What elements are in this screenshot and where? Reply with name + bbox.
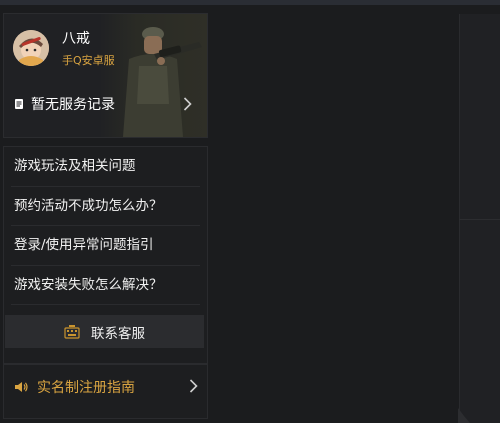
divider: [459, 219, 500, 220]
avatar-image: [13, 30, 49, 66]
faq-item[interactable]: 登录/使用异常问题指引: [11, 226, 200, 266]
speaker-icon: [15, 382, 28, 392]
realname-guide-label: 实名制注册指南: [37, 380, 135, 396]
service-record-text: 暂无服务记录: [31, 97, 115, 113]
chevron-right-icon: [183, 97, 192, 111]
contact-support-label: 联系客服: [91, 325, 145, 342]
faq-panel: 游戏玩法及相关问题 预约活动不成功怎么办？ 登录/使用异常问题指引 游戏安装失败…: [3, 146, 208, 364]
contact-support-button[interactable]: 联系客服: [5, 315, 204, 348]
username: 八戒: [62, 31, 90, 47]
top-border: [0, 0, 500, 5]
game-character-artwork: [99, 14, 207, 137]
faq-item[interactable]: 游戏安装失败怎么解决？: [11, 266, 200, 305]
server-name: 手Q安卓服: [62, 54, 115, 67]
resize-corner-icon: [458, 408, 470, 423]
service-record-link[interactable]: 暂无服务记录: [15, 93, 200, 115]
faq-item[interactable]: 游戏玩法及相关问题: [11, 147, 200, 187]
profile-card: 八戒 手Q安卓服 暂无服务记录: [3, 13, 208, 138]
keyboard-icon: [64, 324, 80, 339]
chevron-right-icon: [189, 379, 198, 393]
document-icon: [15, 99, 23, 109]
faq-item[interactable]: 预约活动不成功怎么办？: [11, 187, 200, 226]
realname-guide-link[interactable]: 实名制注册指南: [3, 364, 208, 419]
avatar[interactable]: [13, 30, 49, 66]
